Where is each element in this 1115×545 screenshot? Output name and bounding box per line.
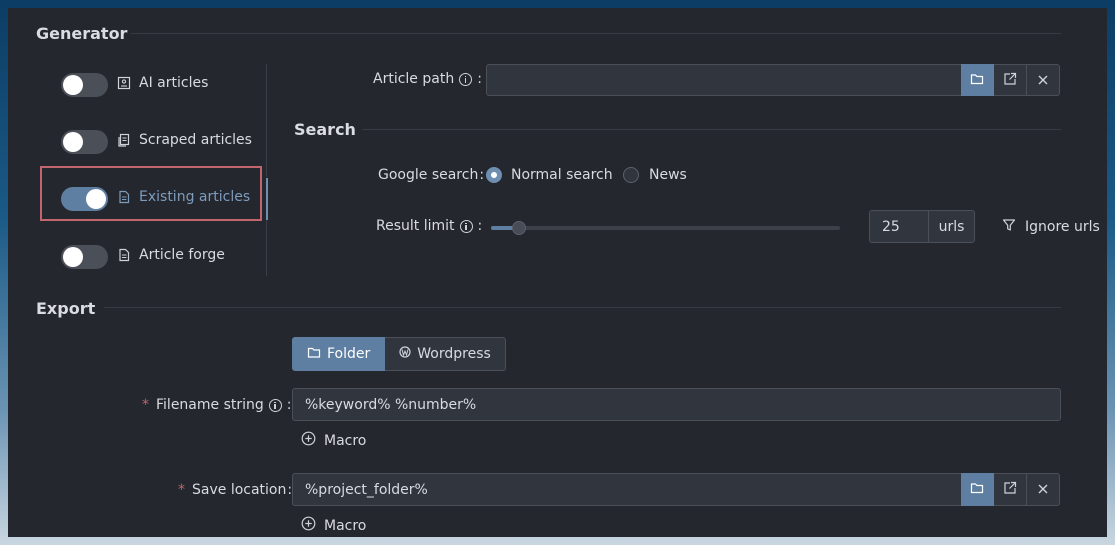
wordpress-icon — [399, 346, 411, 362]
external-link-icon — [1003, 480, 1017, 499]
doc-icon — [117, 248, 131, 262]
export-target-tabs: Folder Wordpress — [292, 337, 506, 371]
filename-string-label: * Filename string : — [142, 397, 292, 413]
search-title: Search — [294, 120, 356, 139]
generator-item-label: Article forge — [139, 247, 225, 263]
tab-wordpress[interactable]: Wordpress — [385, 337, 506, 371]
filename-string-input[interactable] — [292, 388, 1061, 421]
info-icon[interactable] — [268, 398, 282, 412]
doc-icon — [117, 190, 131, 204]
result-limit-unit: urls — [928, 210, 975, 243]
close-icon — [1037, 480, 1049, 499]
save-location-actions — [961, 473, 1060, 506]
generator-item-label: Scraped articles — [139, 132, 252, 148]
radio-news-label[interactable]: News — [649, 167, 687, 183]
filename-macro-button[interactable]: Macro — [301, 431, 366, 450]
settings-panel: Generator AI articles Scraped articles E… — [8, 8, 1107, 537]
article-path-actions — [961, 64, 1060, 96]
external-link-icon — [1003, 71, 1017, 90]
result-limit-slider-track[interactable] — [491, 226, 840, 230]
export-divider — [104, 307, 1061, 308]
generator-item-label: Existing articles — [139, 189, 251, 205]
image-doc-icon — [117, 76, 131, 90]
radio-normal-search[interactable] — [486, 167, 502, 183]
info-icon[interactable] — [459, 72, 473, 86]
generator-vertical-divider-lower — [266, 220, 267, 276]
radio-normal-search-label[interactable]: Normal search — [511, 167, 613, 183]
save-location-input[interactable] — [292, 473, 963, 506]
required-marker: * — [178, 482, 185, 498]
plus-circle-icon — [301, 516, 316, 535]
toggle-existing-articles[interactable] — [61, 187, 108, 211]
search-divider — [362, 129, 1061, 130]
result-limit-input[interactable] — [869, 210, 929, 243]
radio-news[interactable] — [623, 167, 639, 183]
save-location-label: * Save location: — [178, 482, 293, 498]
generator-title: Generator — [36, 24, 128, 43]
clear-button[interactable] — [1027, 473, 1060, 506]
required-marker: * — [142, 397, 149, 413]
generator-item-existing-articles[interactable]: Existing articles — [117, 189, 250, 205]
info-icon[interactable] — [459, 219, 473, 233]
generator-item-article-forge[interactable]: Article forge — [117, 247, 225, 263]
toggle-ai-articles[interactable] — [61, 73, 108, 97]
browse-folder-button[interactable] — [961, 64, 994, 96]
generator-item-scraped-articles[interactable]: Scraped articles — [117, 132, 252, 148]
folder-icon — [307, 346, 321, 363]
export-title: Export — [36, 299, 96, 318]
result-limit-label: Result limit : — [376, 218, 483, 234]
generator-item-label: AI articles — [139, 75, 209, 91]
save-location-macro-button[interactable]: Macro — [301, 516, 366, 535]
folder-icon — [970, 480, 984, 499]
browse-folder-button[interactable] — [961, 473, 994, 506]
result-limit-slider-thumb[interactable] — [511, 221, 526, 235]
plus-circle-icon — [301, 431, 316, 450]
google-search-label: Google search: — [378, 167, 485, 183]
ignore-urls-button[interactable]: Ignore urls — [1002, 218, 1100, 236]
copy-doc-icon — [117, 133, 131, 147]
generator-item-ai-articles[interactable]: AI articles — [117, 75, 208, 91]
generator-vertical-divider — [266, 64, 267, 177]
folder-icon — [970, 71, 984, 90]
open-external-button[interactable] — [994, 473, 1027, 506]
generator-divider — [131, 33, 1061, 34]
open-external-button[interactable] — [994, 64, 1027, 96]
toggle-article-forge[interactable] — [61, 245, 108, 269]
ignore-urls-label: Ignore urls — [1025, 219, 1100, 235]
tab-folder[interactable]: Folder — [292, 337, 386, 371]
close-icon — [1037, 71, 1049, 90]
article-path-input[interactable] — [486, 64, 963, 96]
article-path-label: Article path : — [373, 71, 482, 87]
generator-active-indicator — [266, 178, 268, 220]
filter-icon — [1002, 218, 1016, 236]
toggle-scraped-articles[interactable] — [61, 130, 108, 154]
clear-button[interactable] — [1027, 64, 1060, 96]
